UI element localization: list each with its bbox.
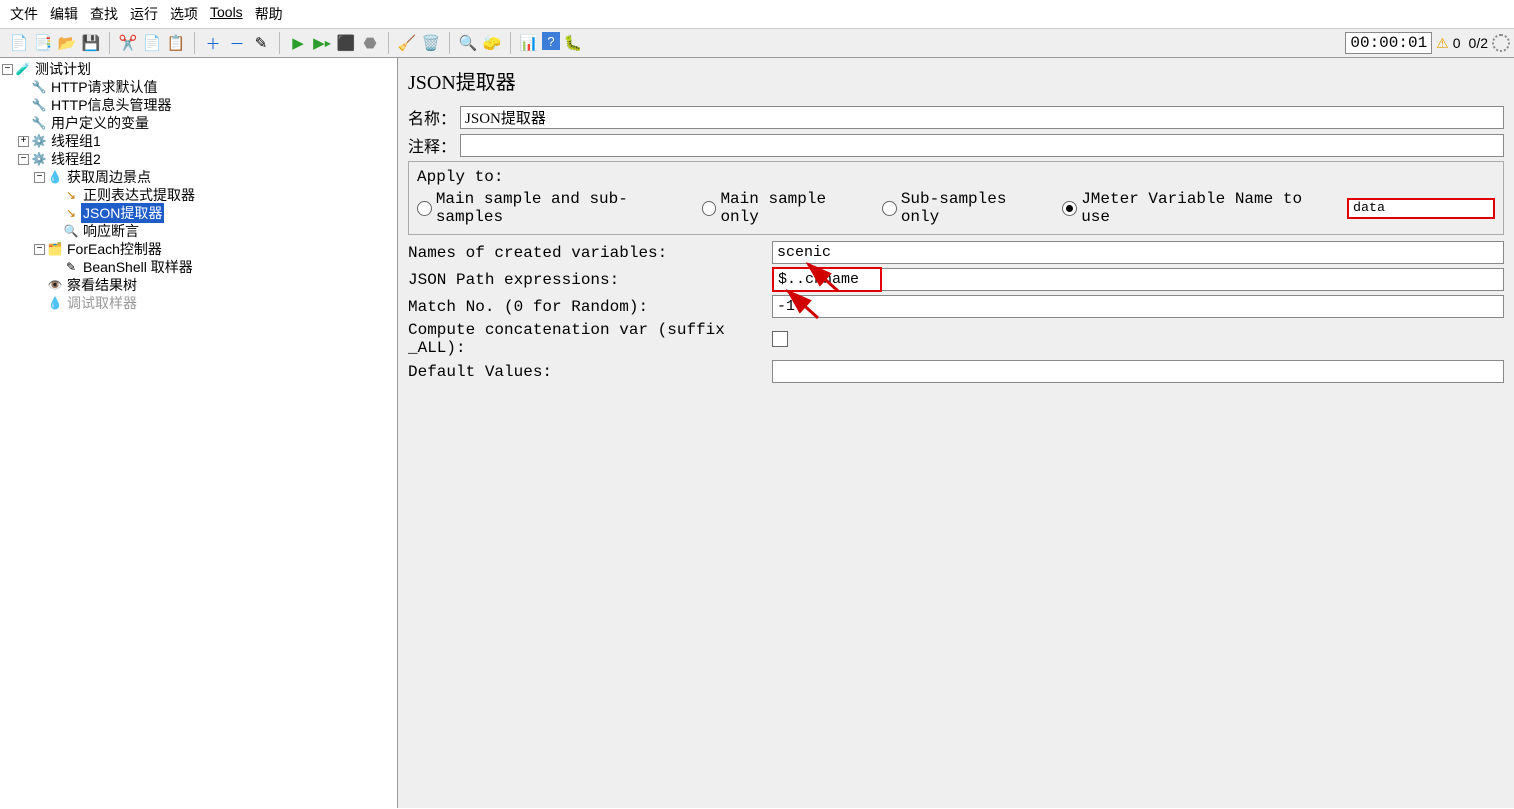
new-icon[interactable]: 📄: [8, 32, 30, 54]
tree-http-defaults[interactable]: 🔧HTTP请求默认值: [18, 78, 395, 96]
path-input-highlight[interactable]: [772, 267, 882, 292]
menu-run[interactable]: 运行: [124, 2, 164, 26]
toggle-icon[interactable]: −: [18, 154, 29, 165]
tree-regex-extractor[interactable]: ↘正则表达式提取器: [50, 186, 395, 204]
bug-icon[interactable]: 🐛: [562, 32, 584, 54]
tree-user-vars[interactable]: 🔧用户定义的变量: [18, 114, 395, 132]
menu-tools[interactable]: Tools: [204, 2, 249, 26]
start-no-timers-icon[interactable]: ▶▶: [311, 32, 333, 54]
jmeter-var-input[interactable]: [1347, 198, 1495, 219]
match-input[interactable]: [772, 295, 1504, 318]
tree-header-manager[interactable]: 🔧HTTP信息头管理器: [18, 96, 395, 114]
tree-debug-sampler[interactable]: 💧调试取样器: [34, 294, 395, 312]
sampler-icon: 💧: [47, 295, 63, 311]
toggle-icon[interactable]: +: [18, 136, 29, 147]
default-label: Default Values:: [408, 363, 772, 381]
tree-threadgroup1[interactable]: +⚙️线程组1: [18, 132, 395, 150]
radio-sub-only[interactable]: Sub-samples only: [882, 190, 1052, 226]
toggle-icon[interactable]: ✎: [250, 32, 272, 54]
collapse-icon[interactable]: －: [226, 32, 248, 54]
menu-file[interactable]: 文件: [4, 2, 44, 26]
clear-all-icon[interactable]: 🗑️: [420, 32, 442, 54]
toggle-icon[interactable]: −: [34, 172, 45, 183]
default-input[interactable]: [772, 360, 1504, 383]
tree-sampler[interactable]: −💧获取周边景点: [34, 168, 395, 186]
cut-icon[interactable]: ✂️: [117, 32, 139, 54]
toolbar: 📄 📑 📂 💾 ✂️ 📄 📋 ＋ － ✎ ▶ ▶▶ ⬛ ⬣ 🧹 🗑️ 🔍 🧽 📊…: [0, 29, 1514, 58]
tree-view-results[interactable]: 👁️察看结果树: [34, 276, 395, 294]
function-helper-icon[interactable]: 📊: [518, 32, 540, 54]
sampler-icon: 💧: [47, 169, 63, 185]
comment-input[interactable]: [460, 134, 1504, 157]
name-input[interactable]: [460, 106, 1504, 129]
open-icon[interactable]: 📂: [56, 32, 78, 54]
expand-icon[interactable]: ＋: [202, 32, 224, 54]
test-plan-tree[interactable]: − 🧪 测试计划 🔧HTTP请求默认值 🔧HTTP信息头管理器 🔧用户定义的变量…: [0, 58, 398, 808]
templates-icon[interactable]: 📑: [32, 32, 54, 54]
sampler-icon: ✎: [63, 259, 79, 275]
config-icon: 🔧: [31, 115, 47, 131]
menu-bar: 文件 编辑 查找 运行 选项 Tools 帮助: [0, 0, 1514, 29]
start-icon[interactable]: ▶: [287, 32, 309, 54]
tree-label: 测试计划: [33, 59, 93, 79]
name-label: 名称：: [408, 105, 456, 129]
copy-icon[interactable]: 📄: [141, 32, 163, 54]
threadgroup-icon: ⚙️: [31, 133, 47, 149]
menu-help[interactable]: 帮助: [249, 2, 289, 26]
tree-foreach[interactable]: −🗂️ForEach控制器: [34, 240, 395, 258]
config-icon: 🔧: [31, 97, 47, 113]
toggle-icon[interactable]: −: [2, 64, 13, 75]
editor-panel: JSON提取器 名称： 注释： Apply to: Main sample an…: [398, 58, 1514, 808]
save-icon[interactable]: 💾: [80, 32, 102, 54]
match-label: Match No. (0 for Random):: [408, 298, 772, 316]
timer-display: 00:00:01: [1345, 32, 1432, 54]
names-input[interactable]: [772, 241, 1504, 264]
paste-icon[interactable]: 📋: [165, 32, 187, 54]
spinner-icon: [1492, 34, 1510, 52]
tree-root[interactable]: − 🧪 测试计划: [2, 60, 395, 78]
apply-to-label: Apply to:: [417, 168, 1495, 186]
postprocessor-icon: ↘: [63, 205, 79, 221]
tree-assertion[interactable]: 🔍响应断言: [50, 222, 395, 240]
tree-threadgroup2[interactable]: −⚙️线程组2: [18, 150, 395, 168]
shutdown-icon[interactable]: ⬣: [359, 32, 381, 54]
threadgroup-icon: ⚙️: [31, 151, 47, 167]
radio-jmeter-var[interactable]: JMeter Variable Name to use: [1062, 190, 1337, 226]
postprocessor-icon: ↘: [63, 187, 79, 203]
config-icon: 🔧: [31, 79, 47, 95]
path-label: JSON Path expressions:: [408, 271, 772, 289]
radio-main-only[interactable]: Main sample only: [702, 190, 872, 226]
search-icon[interactable]: 🔍: [457, 32, 479, 54]
concat-checkbox[interactable]: [772, 331, 788, 347]
help-icon[interactable]: ?: [542, 32, 560, 50]
comment-label: 注释：: [408, 133, 456, 157]
clear-icon[interactable]: 🧹: [396, 32, 418, 54]
radio-main-sub[interactable]: Main sample and sub-samples: [417, 190, 692, 226]
warning-icon[interactable]: ⚠: [1436, 35, 1449, 52]
menu-edit[interactable]: 编辑: [44, 2, 84, 26]
thread-count: 0/2: [1469, 35, 1488, 51]
tree-beanshell[interactable]: ✎BeanShell 取样器: [50, 258, 395, 276]
testplan-icon: 🧪: [15, 61, 31, 77]
menu-search[interactable]: 查找: [84, 2, 124, 26]
controller-icon: 🗂️: [47, 241, 63, 257]
warn-count: 0: [1453, 35, 1461, 51]
reset-search-icon[interactable]: 🧽: [481, 32, 503, 54]
menu-options[interactable]: 选项: [164, 2, 204, 26]
stop-icon[interactable]: ⬛: [335, 32, 357, 54]
listener-icon: 👁️: [47, 277, 63, 293]
tree-json-extractor[interactable]: ↘JSON提取器: [50, 204, 395, 222]
panel-title: JSON提取器: [408, 66, 1504, 95]
assertion-icon: 🔍: [63, 223, 79, 239]
names-label: Names of created variables:: [408, 244, 772, 262]
concat-label: Compute concatenation var (suffix _ALL):: [408, 321, 772, 357]
apply-to-group: Apply to: Main sample and sub-samples Ma…: [408, 161, 1504, 235]
path-input-rest[interactable]: [882, 268, 1504, 291]
toggle-icon[interactable]: −: [34, 244, 45, 255]
